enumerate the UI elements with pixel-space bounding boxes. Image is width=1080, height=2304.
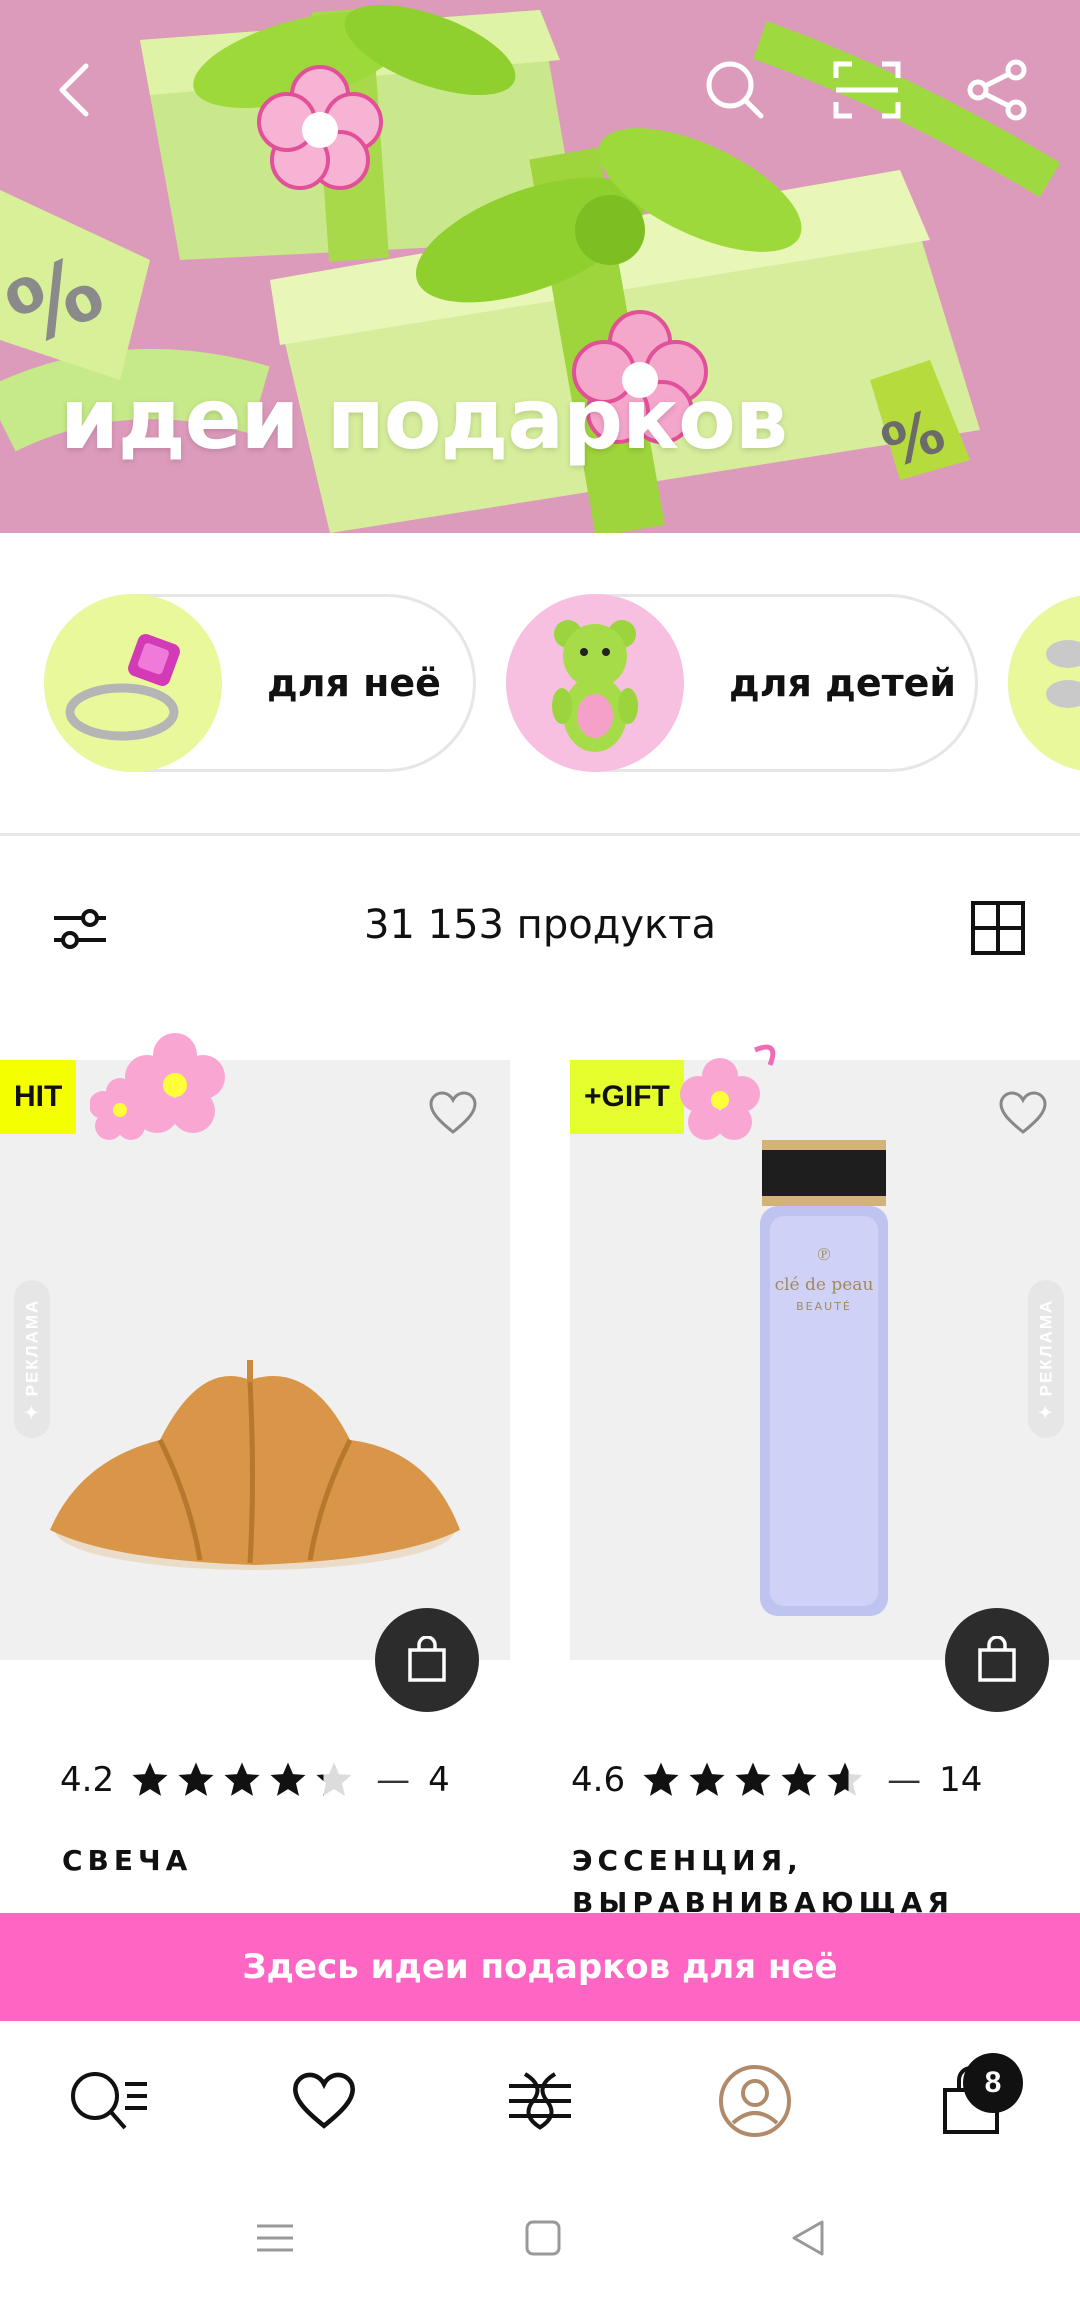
- share-icon: [967, 59, 1027, 121]
- brand-logo-icon: [509, 2072, 571, 2130]
- essence-bottle-image: ℗ clé de peau BEAUTÉ: [760, 1140, 888, 1616]
- nav-favorites[interactable]: [274, 2051, 374, 2151]
- star-icon: [132, 1762, 168, 1796]
- search-button[interactable]: [695, 50, 775, 130]
- star-icon: [178, 1762, 214, 1796]
- search-menu-icon: [71, 2072, 147, 2130]
- star-icon: [643, 1762, 679, 1796]
- listing-toolbar: 31 153 продукта: [0, 880, 1080, 970]
- menu-lines-icon: [257, 2224, 293, 2252]
- heart-icon: [293, 2072, 355, 2129]
- share-button[interactable]: [958, 50, 1038, 130]
- product-rating: 4.2 — 4: [60, 1760, 450, 1800]
- star-icon: [781, 1762, 817, 1796]
- search-icon: [706, 61, 764, 119]
- star-rating: [641, 1760, 865, 1800]
- nav-cart[interactable]: 8: [921, 2051, 1023, 2151]
- nav-home[interactable]: [490, 2051, 590, 2151]
- product-image[interactable]: [0, 1060, 510, 1660]
- star-rating: [130, 1760, 354, 1800]
- partial-category-icon: [1008, 594, 1080, 772]
- grid-view-button[interactable]: [968, 898, 1028, 958]
- promo-banner[interactable]: Здесь идеи подарков для неё: [0, 1913, 1080, 2021]
- star-icon: [735, 1762, 771, 1796]
- category-carousel[interactable]: для неё для детей: [0, 590, 1080, 780]
- svg-text:clé de peau: clé de peau: [775, 1275, 874, 1295]
- back-button[interactable]: [34, 50, 114, 130]
- system-navigation-bar: [0, 2171, 1080, 2304]
- profile-icon: [719, 2065, 791, 2137]
- add-to-cart-button[interactable]: [375, 1608, 479, 1712]
- star-icon: [316, 1762, 352, 1796]
- shopping-bag-icon: [978, 1636, 1016, 1682]
- category-for-her[interactable]: для неё: [44, 594, 476, 772]
- category-label: для неё: [267, 661, 441, 705]
- system-back-button[interactable]: [768, 2206, 848, 2270]
- croissant-candle-image: [50, 1360, 460, 1570]
- grid-icon: [971, 901, 1025, 955]
- heart-icon: [999, 1091, 1047, 1134]
- star-icon: [689, 1762, 725, 1796]
- product-rating: 4.6 — 14: [571, 1760, 983, 1800]
- system-menu-button[interactable]: [235, 2206, 315, 2270]
- star-icon: [270, 1762, 306, 1796]
- bottom-navigation: 8: [0, 2021, 1080, 2171]
- section-divider: [0, 833, 1080, 836]
- add-to-cart-button[interactable]: [945, 1608, 1049, 1712]
- favorite-button[interactable]: [998, 1090, 1058, 1150]
- nav-catalog-search[interactable]: [58, 2051, 158, 2151]
- square-icon: [525, 2220, 561, 2256]
- favorite-button[interactable]: [428, 1090, 488, 1150]
- page-title: идеи подарков: [60, 370, 788, 468]
- hit-badge: HIT: [0, 1060, 77, 1134]
- scan-icon: [833, 61, 901, 119]
- product-name[interactable]: ЭССЕНЦИЯ, ВЫРАВНИВАЮЩАЯ ПОВЕ…: [572, 1840, 1052, 1924]
- svg-text:BEAUTÉ: BEAUTÉ: [796, 1300, 852, 1313]
- teddy-bear-icon: [506, 594, 684, 772]
- category-label: для детей: [729, 661, 957, 705]
- product-count: 31 153 продукта: [364, 902, 716, 948]
- ring-icon: [44, 594, 222, 772]
- product-name[interactable]: СВЕЧА: [62, 1840, 542, 1882]
- flower-sticker-icon: [90, 1033, 225, 1140]
- scan-button[interactable]: [827, 50, 907, 130]
- category-for-kids[interactable]: для детей: [506, 594, 978, 772]
- hero-banner: % % идеи подарков: [0, 0, 1080, 533]
- star-icon: [224, 1762, 260, 1796]
- system-home-button[interactable]: [503, 2206, 583, 2270]
- category-partial[interactable]: [1008, 594, 1080, 772]
- svg-text:℗: ℗: [817, 1244, 831, 1265]
- star-icon: [827, 1762, 863, 1796]
- flower-sticker-icon: [680, 1044, 776, 1140]
- cart-count-badge: 8: [963, 2053, 1023, 2113]
- product-image[interactable]: ℗ clé de peau BEAUTÉ: [570, 1060, 1080, 1660]
- nav-profile[interactable]: [705, 2051, 805, 2151]
- ad-label: ✦ РЕКЛАМА: [1028, 1280, 1064, 1438]
- triangle-back-icon: [792, 2220, 824, 2256]
- heart-icon: [429, 1091, 477, 1134]
- chevron-left-icon: [59, 63, 89, 117]
- ad-label: ✦ РЕКЛАМА: [14, 1280, 50, 1438]
- shopping-bag-icon: [408, 1636, 446, 1682]
